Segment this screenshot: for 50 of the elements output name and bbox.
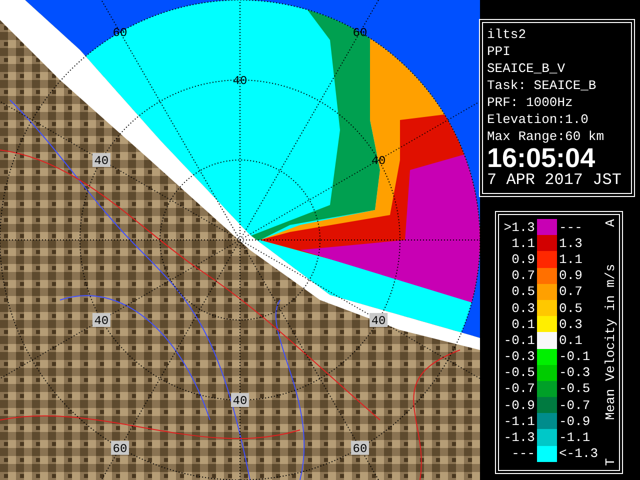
range-label: 40	[232, 74, 248, 88]
range-label: 40	[92, 313, 110, 328]
legend-low-value: 0.9	[510, 252, 535, 267]
info-line: SEAICE_B_V	[487, 60, 566, 77]
legend-high-value: 0.3	[559, 316, 584, 332]
range-label: 40	[92, 153, 110, 168]
legend-low-value: -0.7	[502, 381, 535, 396]
legend-high-value: -0.9	[559, 414, 592, 429]
range-label: 40	[231, 393, 249, 408]
date-text: 7 APR 2017 JST	[487, 171, 622, 190]
legend-high-value: -0.3	[559, 365, 592, 380]
legend-low-value: 0.1	[510, 316, 535, 332]
legend-low-value: >1.3	[502, 220, 535, 235]
legend-bottom-mark: T	[603, 458, 618, 466]
legend-low-value: ---	[510, 446, 535, 462]
legend-high-value: -1.1	[559, 430, 592, 446]
legend-high-value: 0.5	[559, 300, 584, 316]
legend-low-value: 0.3	[510, 300, 535, 316]
info-line: Elevation:1.0	[487, 111, 590, 128]
info-line: PPI	[487, 43, 512, 60]
legend-title: Mean Velocity in m/s	[603, 264, 618, 421]
info-line: Task: SEAICE_B	[487, 77, 598, 94]
info-line: ilts2	[487, 26, 528, 43]
legend-low-value: 1.1	[510, 236, 535, 251]
legend-high-value: 1.1	[559, 252, 584, 267]
legend-low-value: -0.5	[502, 365, 535, 380]
legend-high-value: 1.3	[559, 236, 584, 251]
legend-high-value: -0.5	[559, 381, 592, 396]
info-line: Max Range:60 km	[487, 128, 606, 145]
legend-low-value: 0.7	[510, 268, 535, 284]
legend-high-value: 0.1	[559, 332, 584, 348]
legend-high-value: <-1.3	[559, 446, 600, 462]
legend-high-value: -0.1	[559, 349, 592, 364]
range-label: 60	[351, 440, 369, 456]
legend-low-value: -1.1	[502, 414, 535, 429]
legend-low-value: -0.9	[502, 398, 535, 413]
legend-low-value: -1.3	[502, 430, 535, 446]
legend-high-value: ---	[559, 220, 584, 235]
legend-low-value: 0.5	[510, 284, 535, 300]
info-line: PRF: 1000Hz	[487, 94, 574, 111]
legend-low-value: -0.1	[502, 332, 535, 348]
range-label: 60	[111, 440, 129, 456]
legend-high-value: 0.9	[559, 268, 584, 284]
range-label: 40	[371, 154, 386, 168]
legend-top-mark: A	[603, 219, 618, 227]
legend-high-value: -0.7	[559, 398, 592, 413]
legend-low-value: -0.3	[502, 349, 535, 364]
range-label: 40	[370, 313, 388, 328]
legend-high-value: 0.7	[559, 284, 584, 300]
time-text: 16:05:04	[487, 145, 596, 171]
